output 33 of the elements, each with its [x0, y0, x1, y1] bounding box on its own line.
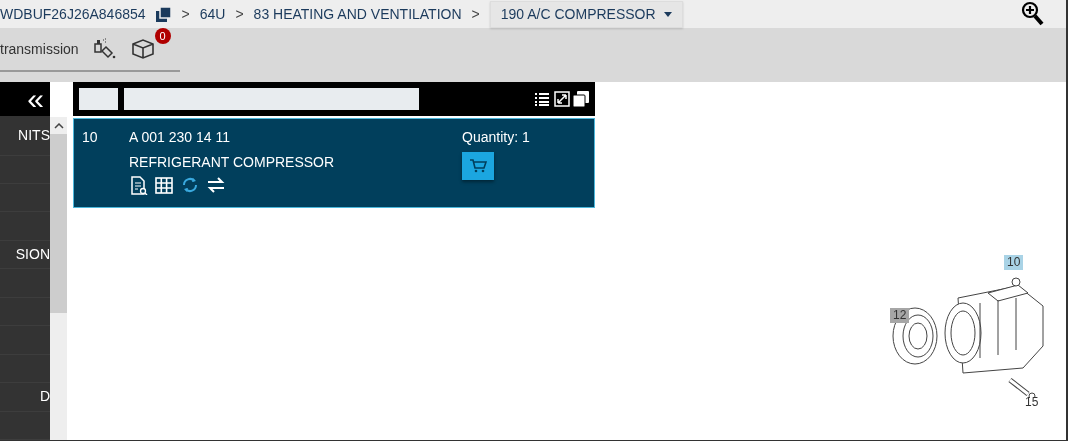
expand-icon[interactable]: [553, 91, 570, 107]
copy-icon[interactable]: [573, 91, 589, 107]
part-number: A 001 230 14 11: [129, 128, 231, 147]
list-icon[interactable]: [534, 91, 550, 107]
spray-paint-icon[interactable]: [92, 38, 117, 60]
quantity-label: Quantity: 1: [462, 128, 531, 147]
document-search-icon[interactable]: [129, 176, 148, 195]
breadcrumb-separator: >: [181, 4, 190, 24]
callout-label[interactable]: 15: [1022, 395, 1042, 410]
count-badge: 0: [154, 28, 171, 44]
scroll-up-icon[interactable]: [53, 122, 64, 129]
vin-text: WDBUF26J26A846854: [0, 4, 146, 24]
search-field[interactable]: [124, 88, 419, 110]
refresh-icon[interactable]: [181, 176, 200, 195]
toolbar-label: transmission: [0, 39, 79, 59]
breadcrumb-separator: >: [471, 4, 480, 24]
breadcrumb-separator: >: [235, 4, 244, 24]
callout-label[interactable]: 12: [890, 308, 910, 323]
add-to-cart-button[interactable]: [462, 151, 494, 180]
callout-label[interactable]: 10: [1004, 255, 1024, 270]
sidebar-item[interactable]: D: [39, 386, 50, 408]
swap-arrows-icon[interactable]: [207, 176, 226, 195]
filter-field[interactable]: [79, 88, 118, 110]
breadcrumb-link[interactable]: 64U: [199, 3, 226, 25]
sidebar-item[interactable]: SION: [15, 244, 50, 266]
cart-icon: [469, 158, 487, 173]
breadcrumb-link[interactable]: 83 HEATING AND VENTILATION: [253, 3, 462, 25]
zoom-in-icon[interactable]: [1021, 1, 1045, 27]
sidebar-item[interactable]: NITS: [18, 124, 50, 146]
group-dropdown[interactable]: 190 A/C COMPRESSOR: [489, 0, 683, 28]
table-icon[interactable]: [155, 176, 174, 195]
part-description: REFRIGERANT COMPRESSOR: [129, 152, 336, 172]
position-number: 10: [82, 128, 99, 147]
